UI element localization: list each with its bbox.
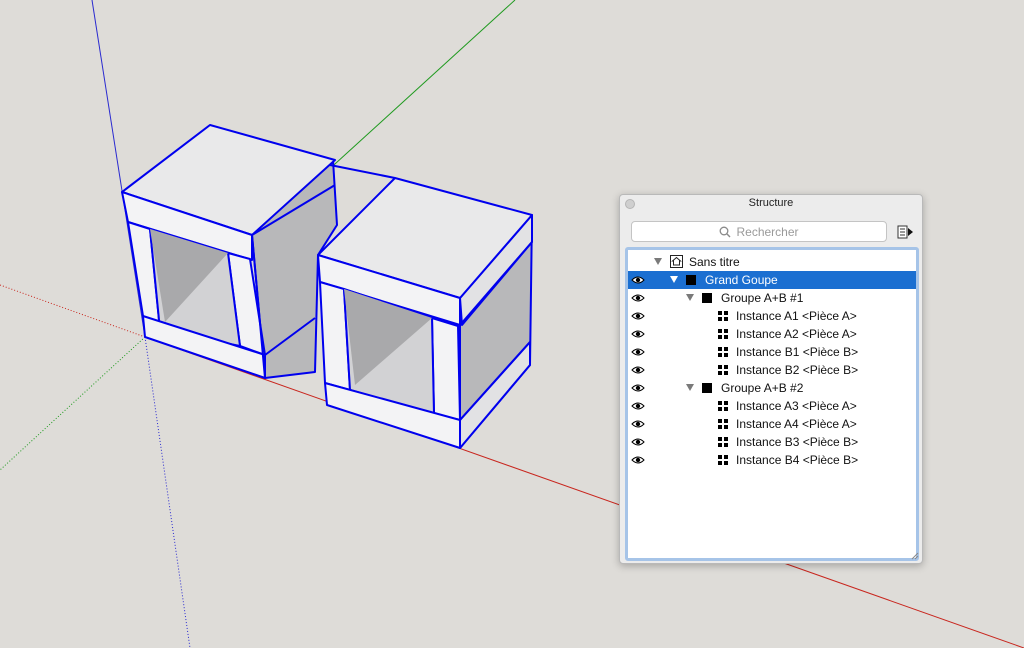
tree-row-label: Instance B3 <Pièce B> <box>736 435 859 449</box>
grand-goupe-model[interactable] <box>121 124 533 449</box>
panel-titlebar[interactable]: Structure <box>620 195 922 213</box>
tree-row-instance-b3[interactable]: Instance B3 <Pièce B> <box>628 433 916 451</box>
eye-icon[interactable] <box>631 293 645 303</box>
eye-icon[interactable] <box>631 419 645 429</box>
close-button[interactable] <box>625 199 635 209</box>
expand-triangle-icon[interactable] <box>670 276 678 283</box>
tree-row-instance-a2[interactable]: Instance A2 <Pièce A> <box>628 325 916 343</box>
component-icon <box>718 311 729 322</box>
tree-row-instance-b4[interactable]: Instance B4 <Pièce B> <box>628 451 916 469</box>
tree-row-label: Groupe A+B #1 <box>721 291 804 305</box>
blue-axis <box>91 0 146 338</box>
tree-row-instance-a4[interactable]: Instance A4 <Pièce A> <box>628 415 916 433</box>
eye-icon[interactable] <box>631 275 645 285</box>
tree-row-label: Instance B2 <Pièce B> <box>736 363 859 377</box>
tree-row-label: Grand Goupe <box>705 273 778 287</box>
search-input[interactable]: Rechercher <box>631 221 887 242</box>
search-icon <box>720 226 731 237</box>
blue-axis-hidden <box>144 336 191 648</box>
model-home-icon <box>670 255 683 268</box>
search-placeholder: Rechercher <box>736 224 799 239</box>
eye-icon[interactable] <box>631 329 645 339</box>
tree-row-instance-a3[interactable]: Instance A3 <Pièce A> <box>628 397 916 415</box>
eye-icon[interactable] <box>631 383 645 393</box>
tree-row-label: Groupe A+B #2 <box>721 381 804 395</box>
tree-row-label: Sans titre <box>689 255 740 269</box>
expand-triangle-icon[interactable] <box>654 258 662 265</box>
tree-row-model[interactable]: Sans titre <box>628 253 916 271</box>
eye-icon[interactable] <box>631 311 645 321</box>
tree-row-label: Instance A3 <Pièce A> <box>736 399 857 413</box>
tree-row-instance-b1[interactable]: Instance B1 <Pièce B> <box>628 343 916 361</box>
tree-row-instance-a1[interactable]: Instance A1 <Pièce A> <box>628 307 916 325</box>
group-icon <box>686 275 696 285</box>
tree-row-label: Instance A4 <Pièce A> <box>736 417 857 431</box>
resize-grip-icon[interactable] <box>911 552 919 560</box>
eye-icon[interactable] <box>631 401 645 411</box>
group-icon <box>702 383 712 393</box>
component-icon <box>718 347 729 358</box>
component-icon <box>718 437 729 448</box>
component-icon <box>718 365 729 376</box>
eye-icon[interactable] <box>631 455 645 465</box>
group-icon <box>702 293 712 303</box>
tree-row-label: Instance B1 <Pièce B> <box>736 345 859 359</box>
eye-icon[interactable] <box>631 437 645 447</box>
component-icon <box>718 401 729 412</box>
tree-row-label: Instance A1 <Pièce A> <box>736 309 857 323</box>
tree-row-label: Instance A2 <Pièce A> <box>736 327 857 341</box>
tree-row-groupe-ab-2[interactable]: Groupe A+B #2 <box>628 379 916 397</box>
details-menu-icon[interactable] <box>896 224 914 240</box>
component-icon <box>718 455 729 466</box>
tree-row-grand-goupe[interactable]: Grand Goupe <box>628 271 916 289</box>
tree-row-groupe-ab-1[interactable]: Groupe A+B #1 <box>628 289 916 307</box>
structure-panel: Structure Rechercher Sans titre Grand Go… <box>619 194 923 564</box>
component-icon <box>718 419 729 430</box>
red-axis-hidden <box>0 284 146 338</box>
tree-row-label: Instance B4 <Pièce B> <box>736 453 859 467</box>
component-icon <box>718 329 729 340</box>
panel-title: Structure <box>748 197 794 209</box>
green-axis-hidden <box>0 336 146 471</box>
eye-icon[interactable] <box>631 365 645 375</box>
outliner-tree[interactable]: Sans titre Grand Goupe Groupe A+B #1 Ins… <box>625 247 919 561</box>
eye-icon[interactable] <box>631 347 645 357</box>
expand-triangle-icon[interactable] <box>686 384 694 391</box>
expand-triangle-icon[interactable] <box>686 294 694 301</box>
tree-row-instance-b2[interactable]: Instance B2 <Pièce B> <box>628 361 916 379</box>
